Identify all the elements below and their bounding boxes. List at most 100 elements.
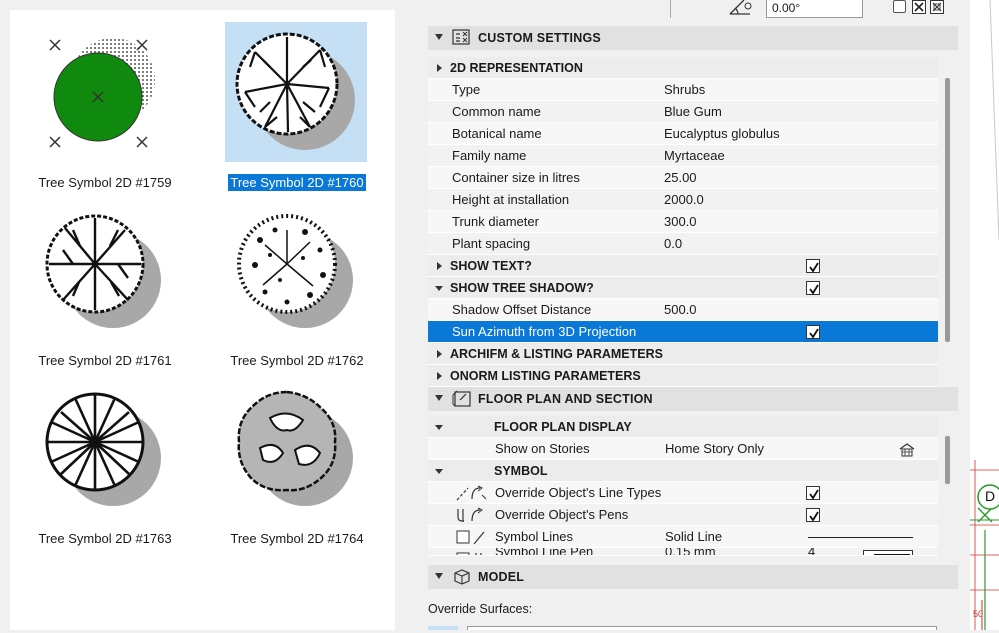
group-symbol[interactable]: SYMBOL (428, 460, 938, 482)
field-row-common-name[interactable]: Common name Blue Gum (428, 101, 938, 123)
rotation-angle-input[interactable]: 0.00° (766, 0, 863, 18)
dimension-label: 50 (973, 609, 984, 619)
section-title: FLOOR PLAN AND SECTION (478, 392, 653, 406)
expand-arrow-icon[interactable] (437, 350, 442, 358)
floor-plan-scrollbar[interactable] (945, 436, 950, 484)
tree-symbol-1763-preview[interactable] (33, 378, 175, 518)
tree-symbol-1759-preview[interactable] (33, 22, 175, 162)
library-item-label[interactable]: Tree Symbol 2D #1761 (36, 352, 173, 369)
field-value[interactable]: 0.0 (664, 233, 682, 255)
field-row-symbol-lines[interactable]: Symbol Lines Solid Line (428, 526, 938, 548)
library-item-label[interactable]: Tree Symbol 2D #1764 (228, 530, 365, 547)
section-custom-settings[interactable]: CUSTOM SETTINGS (428, 26, 958, 50)
tree-symbol-1764-preview[interactable] (225, 378, 367, 518)
field-row-sun-azimuth[interactable]: Sun Azimuth from 3D Projection (428, 321, 938, 343)
field-row-botanical-name[interactable]: Botanical name Eucalyptus globulus (428, 123, 938, 145)
sun-azimuth-checkbox[interactable] (806, 325, 820, 339)
plan-canvas[interactable]: D 50 (970, 0, 999, 630)
field-key: Type (452, 82, 481, 97)
tree-symbol-1760-preview[interactable] (225, 22, 367, 162)
field-key: Symbol Line Pen (495, 548, 594, 556)
field-row-trunk-diameter[interactable]: Trunk diameter 300.0 (428, 211, 938, 233)
expand-arrow-icon[interactable] (437, 64, 442, 72)
show-tree-shadow-checkbox[interactable] (806, 281, 820, 295)
field-key: Height at installation (452, 192, 570, 207)
collapse-arrow-icon[interactable] (435, 395, 443, 401)
group-label: SHOW TREE SHADOW? (450, 281, 594, 295)
field-value[interactable]: Eucalyptus globulus (664, 123, 780, 145)
library-panel: Tree Symbol 2D #1759 Tree Symbol 2D #176… (10, 10, 395, 630)
field-key: Sun Azimuth from 3D Projection (452, 324, 637, 339)
override-surfaces-field[interactable] (467, 626, 937, 630)
plan-drawing (970, 0, 999, 630)
group-floor-plan-display[interactable]: FLOOR PLAN DISPLAY (428, 416, 938, 438)
field-row-override-pens[interactable]: Override Object's Pens (428, 504, 938, 526)
section-model[interactable]: MODEL (428, 565, 958, 589)
collapse-arrow-icon[interactable] (435, 286, 443, 291)
toolbar-divider (670, 0, 671, 18)
custom-settings-scrollbar[interactable] (945, 78, 950, 342)
collapse-arrow-icon[interactable] (435, 469, 443, 474)
group-archifm-listing[interactable]: ARCHIFM & LISTING PARAMETERS (428, 343, 938, 365)
field-value[interactable]: 300.0 (664, 211, 697, 233)
field-value[interactable]: Myrtaceae (664, 145, 725, 167)
field-row-type[interactable]: Type Shrubs (428, 79, 938, 101)
field-key: Plant spacing (452, 236, 531, 251)
collapse-arrow-icon[interactable] (435, 34, 443, 40)
field-row-override-line-types[interactable]: Override Object's Line Types (428, 482, 938, 504)
checkbox-empty[interactable] (893, 0, 906, 13)
group-onorm-listing[interactable]: ONORM LISTING PARAMETERS (428, 365, 938, 387)
field-row-height-installation[interactable]: Height at installation 2000.0 (428, 189, 938, 211)
group-show-tree-shadow[interactable]: SHOW TREE SHADOW? (428, 277, 938, 299)
field-row-show-on-stories[interactable]: Show on Stories Home Story Only (428, 438, 938, 460)
settings-panel: 0.00° CUSTOM SETTINGS 2D REPRESENTATION … (415, 0, 970, 630)
field-row-family-name[interactable]: Family name Myrtaceae (428, 145, 938, 167)
section-title: CUSTOM SETTINGS (478, 31, 601, 45)
tree-symbol-1762-preview[interactable] (225, 200, 367, 340)
field-key: Family name (452, 148, 527, 163)
field-row-plant-spacing[interactable]: Plant spacing 0.0 (428, 233, 938, 255)
model-cube-icon (452, 568, 472, 586)
section-floor-plan-and-section[interactable]: FLOOR PLAN AND SECTION (428, 387, 958, 411)
pen-number: 4 (808, 548, 816, 556)
library-item-label[interactable]: Tree Symbol 2D #1759 (36, 174, 173, 191)
rotation-angle-icon (726, 0, 756, 21)
field-key: Common name (452, 104, 541, 119)
field-value[interactable]: 25.00 (664, 167, 697, 189)
tree-symbol-1761-preview[interactable] (33, 200, 175, 340)
grid-marker-label: D (985, 488, 996, 504)
field-row-shadow-offset[interactable]: Shadow Offset Distance 500.0 (428, 299, 938, 321)
expand-arrow-icon[interactable] (437, 262, 442, 270)
field-key: Show on Stories (495, 441, 590, 456)
mirror-toggle-2-icon[interactable] (930, 0, 944, 14)
field-key: Override Object's Line Types (495, 485, 662, 500)
override-line-types-checkbox[interactable] (806, 486, 820, 500)
field-row-symbol-line-pen[interactable]: Symbol Line Pen 0.15 mm 4 (428, 548, 938, 556)
group-2d-representation[interactable]: 2D REPRESENTATION (428, 57, 938, 79)
library-item-label[interactable]: Tree Symbol 2D #1762 (228, 352, 365, 369)
pen-color-swatch[interactable] (863, 550, 913, 555)
field-value[interactable]: 0.15 mm (665, 548, 716, 555)
symbol-line-pen-icon (456, 552, 488, 555)
field-value[interactable]: Blue Gum (664, 101, 722, 123)
show-text-checkbox[interactable] (806, 259, 820, 273)
group-show-text[interactable]: SHOW TEXT? (428, 255, 938, 277)
mirror-toggle-icon[interactable] (912, 0, 926, 14)
library-item-label[interactable]: Tree Symbol 2D #1763 (36, 530, 173, 547)
field-value[interactable]: Home Story Only (665, 438, 764, 460)
override-pens-checkbox[interactable] (806, 508, 820, 522)
field-value[interactable]: Shrubs (664, 79, 705, 101)
collapse-arrow-icon[interactable] (435, 425, 443, 430)
override-surfaces-control[interactable] (428, 626, 458, 630)
field-row-container-size[interactable]: Container size in litres 25.00 (428, 167, 938, 189)
group-label: ONORM LISTING PARAMETERS (450, 369, 641, 383)
library-item-label[interactable]: Tree Symbol 2D #1760 (228, 174, 366, 191)
field-value[interactable]: Solid Line (665, 526, 722, 548)
override-surfaces-label: Override Surfaces: (428, 602, 533, 616)
field-value[interactable]: 2000.0 (664, 189, 704, 211)
field-key: Symbol Lines (495, 529, 574, 544)
collapse-arrow-icon[interactable] (435, 573, 443, 579)
expand-arrow-icon[interactable] (437, 372, 442, 380)
field-value[interactable]: 500.0 (664, 299, 697, 321)
field-key: Container size in litres (452, 170, 580, 185)
